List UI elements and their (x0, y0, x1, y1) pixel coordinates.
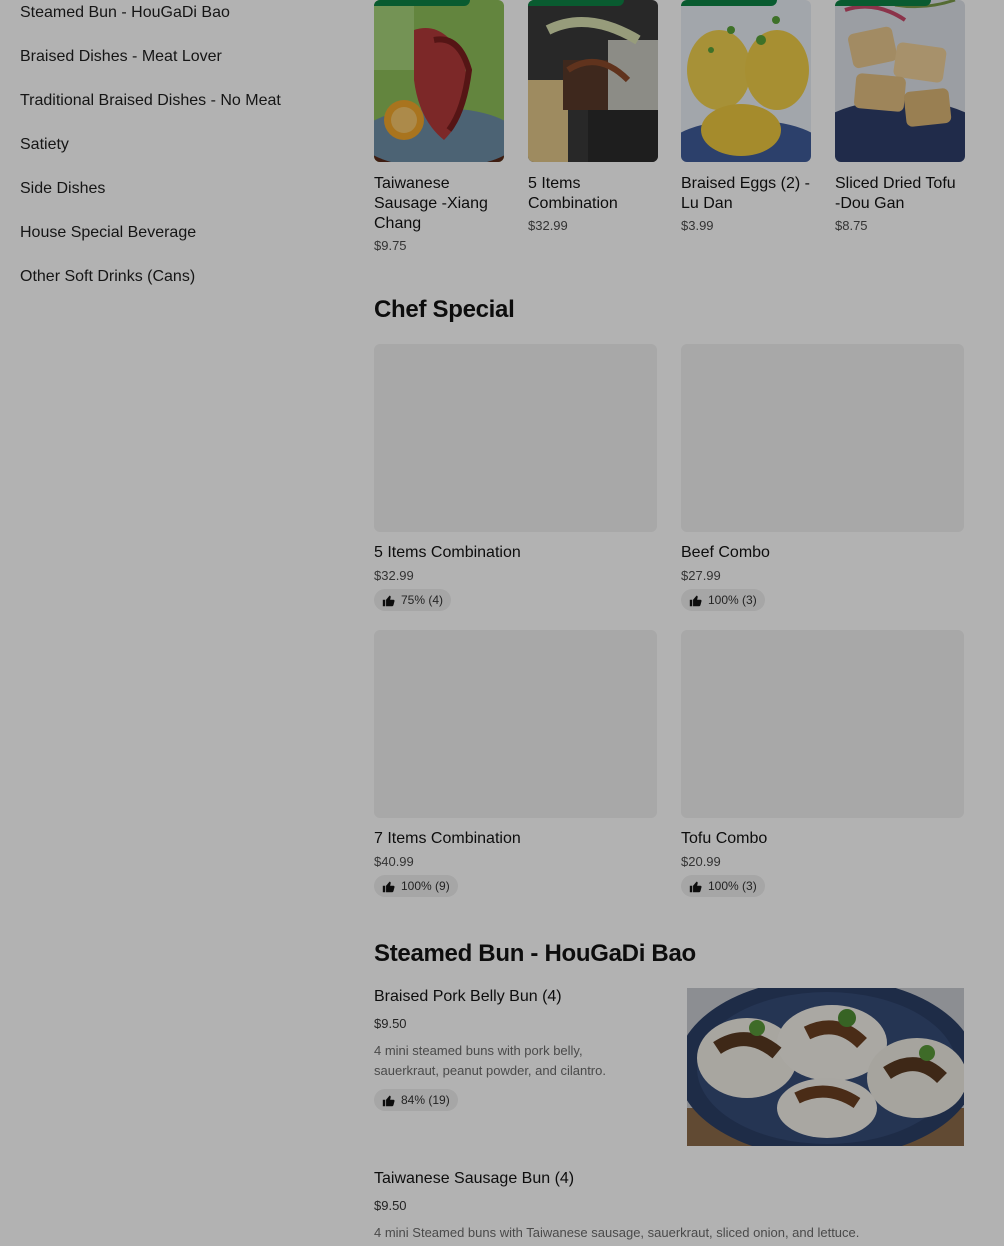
item-photo (835, 0, 965, 162)
rating-badge: 100% (3) (681, 589, 765, 611)
chef-special-card[interactable]: Tofu Combo $20.99 100% (3) (681, 630, 964, 898)
rating-badge: 84% (19) (374, 1089, 458, 1111)
menu-list-item[interactable]: Taiwanese Sausage Bun (4) $9.50 4 mini S… (374, 1170, 964, 1243)
item-photo-placeholder (374, 344, 657, 532)
rating-text: 75% (4) (401, 593, 444, 607)
carousel-item-title: 5 Items Combination (528, 175, 618, 212)
carousel-item[interactable]: Braised Eggs (2) -Lu Dan $3.99 (681, 0, 811, 233)
item-photo (681, 0, 811, 162)
sidebar-item-braised-meat[interactable]: Braised Dishes - Meat Lover (20, 48, 222, 66)
rating-text: 84% (19) (401, 1093, 450, 1107)
carousel-item[interactable]: Sliced Dried Tofu -Dou Gan $8.75 (835, 0, 965, 233)
item-name: Beef Combo (681, 544, 770, 561)
rating-text: 100% (3) (708, 593, 757, 607)
carousel-item[interactable]: 5 Items Combination $32.99 (528, 0, 658, 233)
rating-badge: 100% (9) (374, 875, 458, 897)
section-title-chef-special: Chef Special (374, 296, 515, 323)
item-name: Tofu Combo (681, 830, 768, 847)
carousel-item-price: $8.75 (835, 218, 868, 233)
item-photo (528, 0, 658, 162)
carousel-item[interactable]: Taiwanese Sausage -Xiang Chang $9.75 (374, 0, 504, 253)
section-title-steamed-bun: Steamed Bun - HouGaDi Bao (374, 940, 696, 967)
item-price: $40.99 (374, 854, 414, 869)
thumbs-up-icon (689, 595, 702, 606)
chef-special-card[interactable]: 5 Items Combination $32.99 75% (4) (374, 344, 657, 612)
carousel-item-price: $3.99 (681, 218, 714, 233)
sidebar-item-side-dishes[interactable]: Side Dishes (20, 180, 105, 198)
thumbs-up-icon (689, 881, 702, 892)
sidebar-item-steamed-bun[interactable]: Steamed Bun - HouGaDi Bao (20, 4, 230, 22)
thumbs-up-icon (382, 1095, 395, 1106)
carousel-item-title: Sliced Dried Tofu -Dou Gan (835, 175, 956, 212)
carousel-item-title: Braised Eggs (2) -Lu Dan (681, 175, 810, 212)
item-photo-placeholder (374, 630, 657, 818)
carousel-item-title: Taiwanese Sausage -Xiang Chang (374, 175, 488, 232)
sidebar-item-soft-drinks[interactable]: Other Soft Drinks (Cans) (20, 268, 195, 286)
rating-badge: 75% (4) (374, 589, 452, 611)
chef-special-card[interactable]: Beef Combo $27.99 100% (3) (681, 344, 964, 612)
item-photo (374, 0, 504, 162)
carousel-item-price: $32.99 (528, 218, 568, 233)
thumbs-up-icon (382, 881, 395, 892)
sidebar-item-satiety[interactable]: Satiety (20, 136, 69, 154)
rating-text: 100% (3) (708, 879, 757, 893)
item-price: $9.50 (374, 1198, 407, 1213)
carousel-item-price: $9.75 (374, 238, 407, 253)
item-description: 4 mini Steamed buns with Taiwanese sausa… (374, 1225, 860, 1240)
item-photo-placeholder (681, 630, 964, 818)
chef-special-card[interactable]: 7 Items Combination $40.99 100% (9) (374, 630, 657, 898)
item-price: $32.99 (374, 568, 414, 583)
sidebar-item-braised-no-meat[interactable]: Traditional Braised Dishes - No Meat (20, 92, 281, 110)
item-photo (687, 988, 964, 1146)
item-name: 5 Items Combination (374, 544, 521, 561)
item-name: Taiwanese Sausage Bun (4) (374, 1170, 575, 1187)
item-price: $20.99 (681, 854, 721, 869)
thumbs-up-icon (382, 595, 395, 606)
item-price: $27.99 (681, 568, 721, 583)
sidebar-item-house-beverage[interactable]: House Special Beverage (20, 224, 196, 242)
rating-text: 100% (9) (401, 879, 450, 893)
item-name: 7 Items Combination (374, 830, 521, 847)
item-photo-placeholder (681, 344, 964, 532)
menu-list-item[interactable]: Braised Pork Belly Bun (4) $9.50 4 mini … (374, 988, 964, 1146)
item-description: 4 mini steamed buns with pork belly, sau… (374, 1043, 606, 1078)
rating-badge: 100% (3) (681, 875, 765, 897)
